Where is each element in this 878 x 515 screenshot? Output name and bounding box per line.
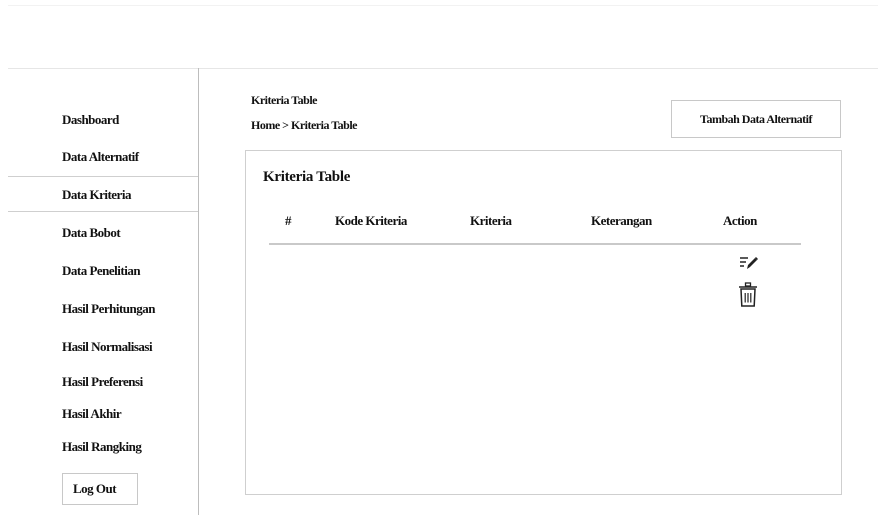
add-data-button[interactable]: Tambah Data Alternatif xyxy=(671,100,841,138)
column-header-number: # xyxy=(285,213,292,228)
sidebar-item-data-kriteria[interactable]: Data Kriteria xyxy=(8,176,198,212)
column-header-keterangan: Keterangan xyxy=(591,213,652,228)
sidebar-item-hasil-akhir[interactable]: Hasil Akhir xyxy=(62,406,122,422)
sidebar-item-dashboard[interactable]: Dashboard xyxy=(62,112,119,128)
logout-button[interactable]: Log Out xyxy=(62,473,138,505)
column-header-action: Action xyxy=(723,213,757,228)
column-header-kode-kriteria: Kode Kriteria xyxy=(335,213,407,228)
sidebar: Dashboard Data Alternatif Data Kriteria … xyxy=(8,68,199,515)
table-title: Kriteria Table xyxy=(263,169,351,185)
sidebar-item-hasil-perhitungan[interactable]: Hasil Perhitungan xyxy=(62,301,156,317)
sidebar-item-hasil-rangking[interactable]: Hasil Rangking xyxy=(62,439,142,455)
edit-icon[interactable] xyxy=(739,255,759,276)
sidebar-item-data-alternatif[interactable]: Data Alternatif xyxy=(62,149,139,165)
table-header-divider xyxy=(269,243,801,245)
sidebar-item-hasil-normalisasi[interactable]: Hasil Normalisasi xyxy=(62,339,153,355)
top-header-bar xyxy=(8,5,878,69)
sidebar-item-data-penelitian[interactable]: Data Penelitian xyxy=(62,263,141,279)
page-title: Kriteria Table xyxy=(251,93,318,107)
trash-icon[interactable] xyxy=(738,282,758,313)
kriteria-table-panel: Kriteria Table # Kode Kriteria Kriteria … xyxy=(245,150,842,495)
sidebar-item-data-bobot[interactable]: Data Bobot xyxy=(62,225,121,241)
breadcrumb[interactable]: Home > Kriteria Table xyxy=(251,118,358,133)
column-header-kriteria: Kriteria xyxy=(470,213,512,228)
sidebar-item-hasil-preferensi[interactable]: Hasil Preferensi xyxy=(62,374,143,390)
